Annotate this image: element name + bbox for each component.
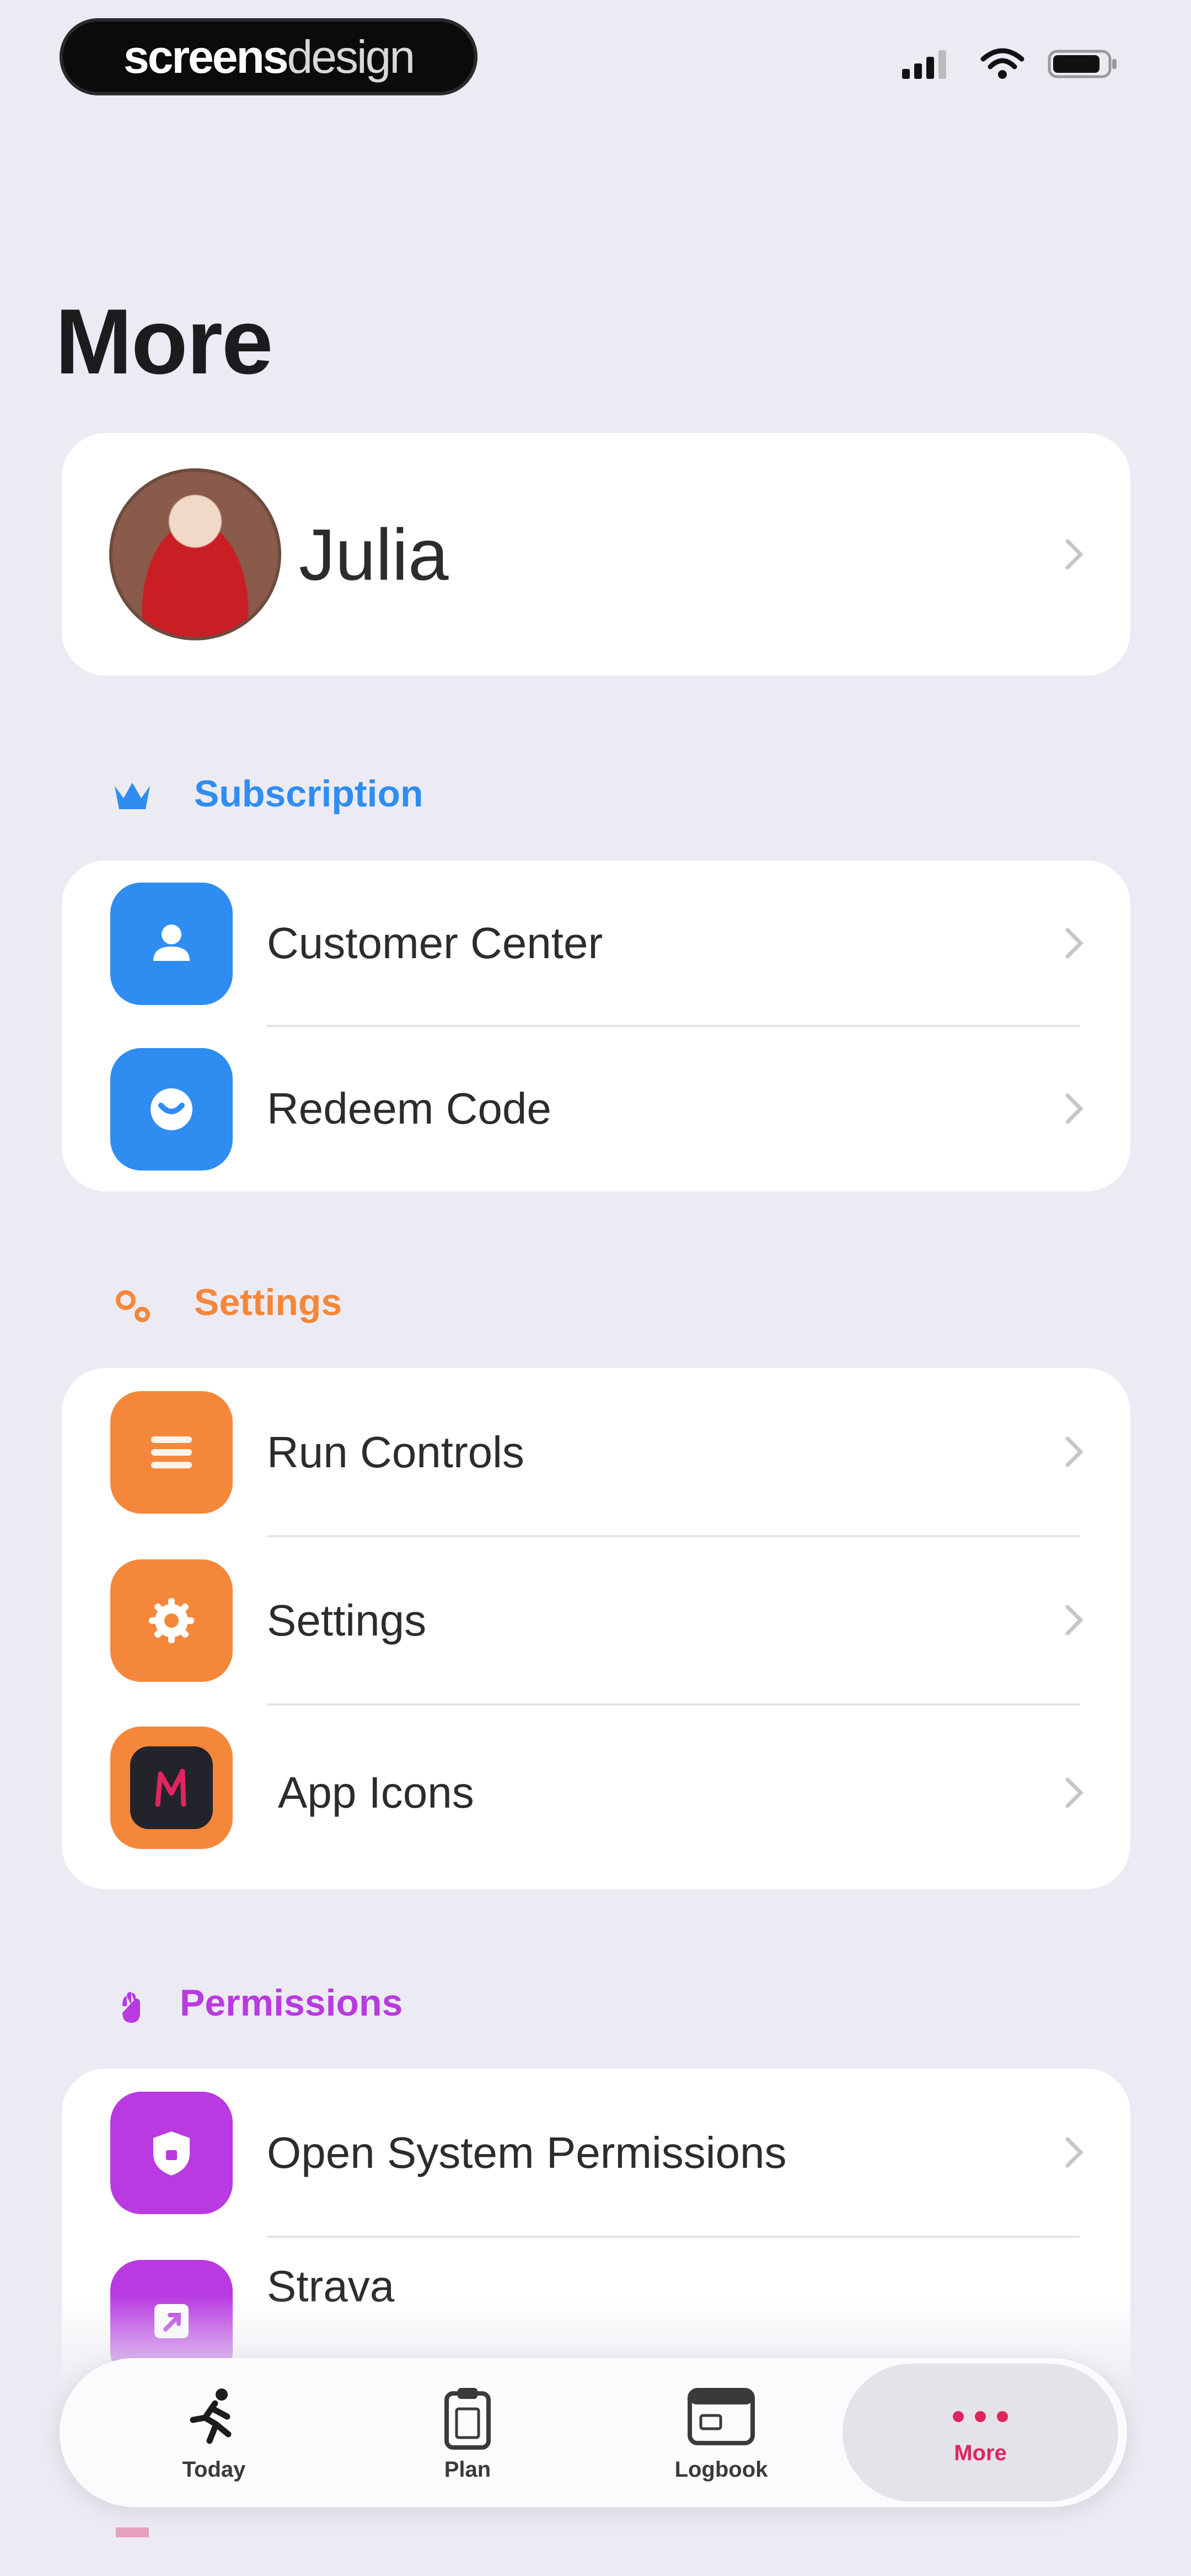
list-item-label: App Icons (278, 1768, 474, 1817)
person-icon (110, 883, 233, 1005)
chevron-right-icon (1065, 1093, 1083, 1124)
tab-label: Logbook (674, 2457, 768, 2482)
profile-name: Julia (299, 514, 449, 595)
list-item-settings[interactable]: Settings (62, 1536, 1130, 1704)
section-label-permissions: Permissions (180, 1982, 403, 2024)
list-item-app-icons[interactable]: App Icons (62, 1704, 1130, 1889)
page-title: More (55, 290, 273, 393)
subscription-card: Customer Center Redeem Code (62, 861, 1130, 1191)
tab-label: Plan (444, 2457, 491, 2482)
tab-bar: Today Plan Logbook More (60, 2358, 1127, 2507)
hand-icon (122, 1992, 140, 2023)
settings-card: Run Controls Settings App Icons (62, 1368, 1130, 1889)
cellular-signal-icon (902, 50, 946, 79)
runner-icon (190, 2388, 232, 2444)
list-icon (110, 1391, 233, 1514)
list-item-label: Redeem Code (267, 1084, 551, 1133)
crown-icon (115, 783, 150, 809)
tab-today[interactable]: Today (104, 2358, 324, 2507)
brand-bold: screens (123, 30, 289, 83)
gears-icon (116, 1290, 150, 1322)
chevron-right-icon (1065, 1436, 1083, 1467)
status-bar: screens design (0, 0, 1191, 110)
profile-card[interactable]: Julia (62, 433, 1130, 676)
tab-label: More (954, 2440, 1007, 2465)
brand-light: design (287, 30, 416, 83)
list-item-redeem-code[interactable]: Redeem Code (62, 1026, 1130, 1191)
list-item-label: Run Controls (267, 1427, 524, 1477)
brand-logo: screens design (60, 18, 478, 95)
more-dots-icon (953, 2411, 1008, 2422)
app-icon (110, 1727, 233, 1849)
section-label-subscription: Subscription (194, 773, 423, 815)
gift-icon (110, 1048, 233, 1171)
clipboard-icon (444, 2387, 491, 2450)
list-item-open-system-permissions[interactable]: Open System Permissions (62, 2069, 1130, 2237)
chevron-right-icon (1065, 928, 1083, 959)
list-item-customer-center[interactable]: Customer Center (62, 861, 1130, 1026)
shield-icon (110, 2092, 233, 2214)
list-item-label: Open System Permissions (267, 2128, 787, 2177)
tab-plan[interactable]: Plan (357, 2358, 578, 2507)
calendar-icon (688, 2387, 755, 2445)
battery-icon (1048, 50, 1117, 78)
gear-icon (110, 1559, 233, 1682)
chevron-right-icon (1065, 1605, 1083, 1636)
partial-section-hint: ▬ (116, 2508, 149, 2545)
chevron-right-icon (1065, 539, 1083, 570)
wifi-icon (980, 48, 1024, 79)
avatar (109, 468, 281, 640)
chevron-right-icon (1065, 1777, 1083, 1808)
tab-label: Today (182, 2457, 246, 2482)
tab-more[interactable]: More (843, 2364, 1118, 2502)
tab-logbook[interactable]: Logbook (611, 2358, 831, 2507)
list-item-label: Customer Center (267, 918, 603, 968)
chevron-right-icon (1065, 2137, 1083, 2168)
list-item-label: Settings (267, 1595, 427, 1645)
list-item-run-controls[interactable]: Run Controls (62, 1368, 1130, 1536)
section-label-settings: Settings (194, 1281, 342, 1323)
